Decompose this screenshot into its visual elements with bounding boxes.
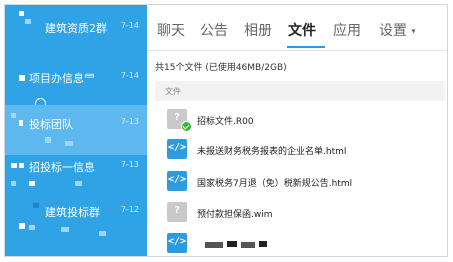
group-avatar-pixel bbox=[29, 181, 35, 186]
group-avatar-pixel bbox=[45, 137, 51, 143]
group-avatar-pixel bbox=[19, 75, 25, 81]
group-list: 建筑资质2群 7-14 项目办信息⺜ 7-14 投标团队 7-13 招投标一信息… bbox=[5, 5, 147, 256]
group-file-panel: 聊天 公告 相册 文件 应用 设置 ▾ 共15个文件 (已使用46MB/2GB)… bbox=[147, 5, 447, 256]
group-time: 7-13 bbox=[120, 117, 139, 126]
active-tab-indicator bbox=[287, 46, 325, 48]
tab-album[interactable]: 相册 bbox=[244, 20, 272, 40]
group-item[interactable]: 建筑投标群 7-12 bbox=[5, 195, 147, 245]
group-avatar-pixel bbox=[99, 231, 106, 236]
group-name: 项目办信息⺜ bbox=[29, 72, 95, 85]
file-name: 预付款担保函.wim bbox=[197, 210, 273, 220]
unknown-file-icon: ? bbox=[167, 202, 187, 222]
tab-files[interactable]: 文件 bbox=[288, 20, 316, 40]
group-avatar-pixel bbox=[75, 181, 82, 186]
group-avatar-pixel bbox=[11, 113, 16, 118]
group-avatar-pixel bbox=[29, 225, 35, 230]
obscured-file-name bbox=[227, 241, 237, 247]
synced-check-icon bbox=[181, 121, 192, 132]
tab-bar: 聊天 公告 相册 文件 应用 设置 ▾ bbox=[147, 5, 447, 51]
group-name: 建筑投标群 bbox=[45, 206, 100, 219]
unknown-file-icon: ? bbox=[167, 109, 192, 132]
group-avatar-pixel bbox=[61, 227, 69, 232]
tab-settings-label: 设置 bbox=[379, 23, 407, 39]
tab-settings[interactable]: 设置 ▾ bbox=[379, 20, 415, 40]
group-time: 7-14 bbox=[120, 21, 139, 30]
group-item[interactable]: 建筑资质2群 7-14 bbox=[5, 5, 147, 55]
file-summary: 共15个文件 (已使用46MB/2GB) bbox=[155, 63, 287, 73]
group-time: 7-14 bbox=[120, 71, 139, 80]
tab-apps[interactable]: 应用 bbox=[333, 20, 361, 40]
file-name: 国家税务7月退（免）税新规公告.html bbox=[197, 179, 353, 189]
file-row[interactable]: ? 预付款担保函.wim bbox=[147, 197, 447, 227]
group-time: 7-13 bbox=[120, 160, 139, 169]
group-avatar-pixel bbox=[19, 11, 24, 16]
group-item-active[interactable]: 投标团队 7-13 bbox=[5, 105, 147, 155]
obscured-file-name bbox=[205, 242, 223, 248]
file-name: 招标文件.R00 bbox=[197, 117, 254, 127]
file-row[interactable]: ? 招标文件.R00 bbox=[147, 104, 447, 134]
app-window: 建筑资质2群 7-14 项目办信息⺜ 7-14 投标团队 7-13 招投标一信息… bbox=[4, 4, 448, 257]
obscured-file-name bbox=[259, 241, 267, 247]
file-row[interactable]: </> 未报送财务税务报表的企业名单.html bbox=[147, 135, 447, 165]
group-avatar-pixel bbox=[11, 163, 17, 168]
column-file-label: 文件 bbox=[165, 87, 181, 96]
group-avatar-pixel bbox=[19, 223, 25, 229]
tab-announcements[interactable]: 公告 bbox=[200, 20, 228, 40]
html-file-icon: </> bbox=[167, 233, 187, 253]
group-avatar-pixel bbox=[11, 181, 16, 186]
group-avatar-pixel bbox=[65, 141, 73, 146]
group-avatar-pixel bbox=[33, 203, 39, 208]
html-file-icon: </> bbox=[167, 139, 187, 159]
file-row[interactable]: </> 国家税务7月退（免）税新规公告.html bbox=[147, 166, 447, 196]
group-time: 7-12 bbox=[120, 205, 139, 214]
group-name: 建筑资质2群 bbox=[45, 22, 107, 35]
obscured-file-name bbox=[241, 242, 255, 248]
html-file-icon: </> bbox=[167, 171, 187, 191]
group-avatar-pixel bbox=[19, 163, 24, 168]
tab-chat[interactable]: 聊天 bbox=[157, 20, 185, 40]
file-column-header: 文件 bbox=[155, 81, 445, 101]
group-item[interactable]: 项目办信息⺜ 7-14 bbox=[5, 55, 147, 105]
file-name: 未报送财务税务报表的企业名单.html bbox=[197, 147, 347, 157]
chevron-down-icon: ▾ bbox=[411, 26, 416, 36]
group-avatar-pixel bbox=[25, 19, 31, 24]
group-name: 投标团队 bbox=[29, 118, 73, 131]
group-avatar-pixel bbox=[19, 120, 23, 126]
file-row[interactable]: </> bbox=[147, 228, 447, 256]
group-name: 招投标一信息 bbox=[29, 161, 95, 174]
